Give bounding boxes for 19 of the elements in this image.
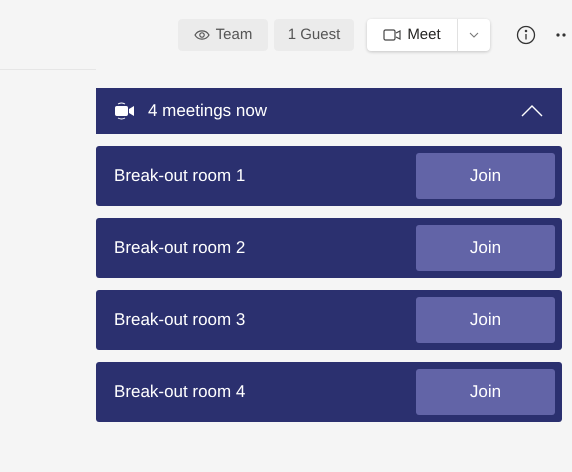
room-name: Break-out room 4 <box>114 381 246 404</box>
join-button[interactable]: Join <box>416 297 555 343</box>
room-name: Break-out room 1 <box>114 165 246 188</box>
guest-button[interactable]: 1 Guest <box>274 19 354 51</box>
chevron-down-icon <box>469 32 479 38</box>
team-button[interactable]: Team <box>178 19 268 51</box>
video-camera-icon <box>383 27 402 43</box>
join-button[interactable]: Join <box>416 153 555 199</box>
more-icon <box>556 33 566 37</box>
join-button[interactable]: Join <box>416 225 555 271</box>
info-icon <box>516 25 536 45</box>
room-name: Break-out room 3 <box>114 309 246 332</box>
meetings-title: 4 meetings now <box>148 100 268 122</box>
join-button[interactable]: Join <box>416 369 555 415</box>
room-name: Break-out room 2 <box>114 237 246 260</box>
chevron-up-icon <box>521 105 543 117</box>
eye-icon <box>194 29 210 41</box>
video-camera-icon <box>114 101 136 121</box>
info-button[interactable] <box>514 23 538 47</box>
